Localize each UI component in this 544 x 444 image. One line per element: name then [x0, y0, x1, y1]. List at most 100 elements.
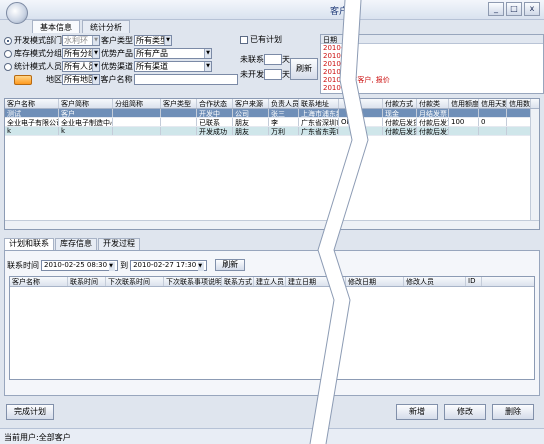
mode-statistics[interactable]: 统计模式 [4, 60, 46, 73]
reminder-header: 日期 [321, 35, 543, 44]
reminder-item[interactable]: 2010-不止 [321, 84, 543, 92]
col-header[interactable]: 客户名称 [5, 99, 59, 108]
uncontacted-label: 未联系 [240, 55, 264, 64]
filter-panel: 开发模式 库存模式 统计模式 部门 水利环 ▼ 客户类型 所有类型 ▼ 分组 所有分… [4, 34, 544, 94]
close-button[interactable]: x [524, 2, 540, 16]
has-plan-checkbox[interactable]: 已有计划 [240, 34, 320, 46]
type-label: 客户类型 [101, 35, 133, 45]
to-date-picker[interactable]: 2010-02-27 17:30 ▼ [130, 259, 208, 271]
contact-grid: 客户名称 联系时间 下次联系时间 下次联系事项说明 联系方式 建立人员 建立日期… [9, 276, 535, 380]
table-row[interactable]: 测试 客户 开发中 公司 张三 上海市浦东新区 现金 月结发票 [5, 109, 539, 118]
checkbox-icon [240, 35, 248, 44]
person-select[interactable]: 所有人员 ▼ [62, 60, 100, 72]
col-header[interactable]: 信用数 [507, 99, 531, 108]
radio-icon [4, 62, 12, 71]
maximize-button[interactable]: □ [506, 2, 522, 16]
tab-development-process[interactable]: 开发过程 [98, 238, 140, 250]
grid-header: 客户名称 客户简称 分组简称 客户类型 合作状态 客户来源 负责人员 联系地址 … [5, 99, 539, 109]
app-logo-icon [6, 2, 28, 24]
chevron-down-icon: ▼ [92, 48, 99, 58]
tab-basic-info[interactable]: 基本信息 [32, 20, 80, 33]
col-header[interactable]: 合作状态 [197, 99, 233, 108]
col-header[interactable]: 下次联系时间 [106, 277, 164, 286]
vertical-scrollbar[interactable] [530, 109, 539, 222]
dept-select[interactable]: 水利环 ▼ [62, 34, 100, 46]
minimize-button[interactable]: _ [488, 2, 504, 16]
filter-fields: 部门 水利环 ▼ 客户类型 所有类型 ▼ 分组 所有分组 ▼ 优势产品 所有产品 ▼ 人… [46, 34, 239, 86]
tab-statistics[interactable]: 统计分析 [82, 20, 130, 33]
customer-name-input[interactable] [133, 73, 238, 85]
horizontal-scrollbar[interactable] [5, 220, 539, 229]
bottom-refresh-button[interactable]: 刷新 [215, 259, 246, 271]
chevron-down-icon: ▼ [91, 74, 99, 84]
col-header[interactable] [339, 99, 383, 108]
detail-tabs: 计划和联系 库存信息 开发过程 [4, 238, 141, 250]
col-header[interactable]: 信用额度 [449, 99, 479, 108]
plan-contact-panel: 联系时间 2010-02-25 08:30 ▼ 到 2010-02-27 17:3… [4, 250, 540, 396]
col-header[interactable]: 联系方式 [222, 277, 254, 286]
channel-select[interactable]: 所有渠道 ▼ [134, 60, 212, 72]
from-date-picker[interactable]: 2010-02-25 08:30 ▼ [41, 259, 119, 271]
col-header[interactable]: 客户来源 [233, 99, 269, 108]
col-header[interactable]: 分组简称 [113, 99, 161, 108]
group-label: 分组 [46, 48, 62, 58]
title-bar: 客户 _ □ x [0, 0, 544, 20]
reminder-item[interactable]: 2010- [321, 44, 543, 52]
chevron-down-icon: ▼ [198, 261, 205, 271]
region-label: 地区 [46, 74, 62, 84]
col-header[interactable]: 修改人员 [404, 277, 466, 286]
radio-selected-icon [4, 36, 12, 45]
col-header[interactable]: 付款类 [417, 99, 449, 108]
advantage-select[interactable]: 所有产品 ▼ [134, 47, 212, 59]
col-header[interactable]: 联系时间 [68, 277, 106, 286]
reminder-item[interactable]: 2010- [321, 60, 543, 68]
complete-plan-button[interactable]: 完成计划 [6, 404, 54, 420]
col-header[interactable]: 下次联系事项说明 [164, 277, 222, 286]
group-select[interactable]: 所有分组 ▼ [62, 47, 100, 59]
person-label: 人员 [46, 61, 62, 71]
window-controls: _ □ x [488, 2, 540, 16]
mode-inventory[interactable]: 库存模式 [4, 47, 46, 60]
col-header[interactable]: 客户类型 [161, 99, 197, 108]
refresh-button[interactable]: 刷新 [290, 58, 318, 80]
table-row[interactable]: 全业电子有限公司 全业电子制造中心 已联系 朋友 李 广东省深圳市宝安 OIA … [5, 118, 539, 127]
reminder-item[interactable]: 2010-潜在客户, 报价 [321, 76, 543, 84]
col-header[interactable]: 付款方式 [383, 99, 417, 108]
col-header[interactable]: 建立人员 [254, 277, 286, 286]
delete-button[interactable]: 删除 [492, 404, 534, 420]
chevron-down-icon: ▼ [109, 261, 116, 271]
name-label: 客户名称 [100, 74, 133, 84]
uncontacted-days-input[interactable] [264, 54, 282, 65]
main-tabs: 基本信息 统计分析 [32, 20, 132, 33]
col-header[interactable]: 负责人员 [269, 99, 299, 108]
col-header[interactable]: ID [466, 277, 482, 286]
reminder-item[interactable]: 2010- [321, 68, 543, 76]
col-header[interactable]: 客户名称 [10, 277, 68, 286]
export-icon[interactable] [14, 75, 32, 85]
status-bar: 当前用户:全部客户 [0, 428, 544, 444]
table-row[interactable]: k k 开发成功 朋友 万利 广东省东莞市 付款后发货 付款后发货 [5, 127, 539, 136]
to-label: 到 [120, 260, 129, 270]
radio-icon [4, 49, 12, 58]
add-button[interactable]: 新增 [396, 404, 438, 420]
reminder-item[interactable]: 2010- [321, 52, 543, 60]
col-header[interactable]: 客户简称 [59, 99, 113, 108]
col-header[interactable]: 信用天数 [479, 99, 507, 108]
col-header[interactable]: 联系地址 [299, 99, 339, 108]
tab-inventory-info[interactable]: 库存信息 [55, 238, 97, 250]
col-header[interactable]: 建立日期 [286, 277, 346, 286]
tab-plan-contact[interactable]: 计划和联系 [4, 238, 54, 250]
col-header[interactable]: 修改日期 [346, 277, 404, 286]
undeveloped-days-input[interactable] [264, 69, 282, 80]
contact-grid-header: 客户名称 联系时间 下次联系时间 下次联系事项说明 联系方式 建立人员 建立日期… [10, 277, 534, 287]
type-select[interactable]: 所有类型 ▼ [134, 34, 172, 46]
customer-window: 客户 _ □ x 基本信息 统计分析 开发模式 库存模式 统计模式 部门 水利环… [0, 0, 544, 444]
customer-grid: 客户名称 客户简称 分组简称 客户类型 合作状态 客户来源 负责人员 联系地址 … [4, 98, 540, 230]
undeveloped-label: 未开发 [240, 70, 264, 79]
chevron-down-icon: ▼ [204, 48, 211, 58]
mode-develop[interactable]: 开发模式 [4, 34, 46, 47]
edit-button[interactable]: 修改 [444, 404, 486, 420]
chevron-down-icon: ▼ [92, 35, 99, 45]
chevron-down-icon: ▼ [92, 61, 99, 71]
region-select[interactable]: 所有地区 ▼ [62, 73, 100, 85]
